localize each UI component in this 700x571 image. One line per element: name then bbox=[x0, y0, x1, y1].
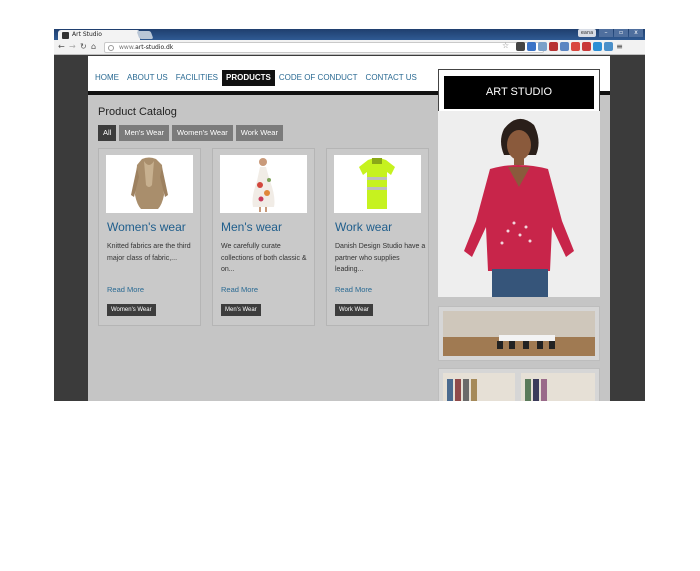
home-icon[interactable]: ⌂ bbox=[91, 42, 96, 52]
clothing-racks-thumbnail[interactable] bbox=[438, 368, 600, 401]
product-card: Work wear Danish Design Studio have a pa… bbox=[326, 148, 429, 326]
category-tag[interactable]: Men's Wear bbox=[221, 304, 261, 316]
reload-icon[interactable]: ↻ bbox=[80, 42, 87, 52]
extension-red-icon[interactable] bbox=[582, 42, 591, 51]
nav-home[interactable]: HOME bbox=[91, 70, 123, 86]
read-more-link[interactable]: Read More bbox=[221, 285, 258, 294]
nav-products[interactable]: PRODUCTS bbox=[221, 70, 275, 86]
browser-toolbar: ← → ↻ ⌂ www.art-studio.dk ☆ ≡ bbox=[54, 40, 645, 55]
tab-title: Art Studio bbox=[72, 31, 102, 38]
extension-icons: ≡ bbox=[516, 42, 624, 51]
bookmark-star-icon[interactable]: ☆ bbox=[502, 41, 509, 51]
category-tag[interactable]: Work Wear bbox=[335, 304, 373, 316]
read-more-link[interactable]: Read More bbox=[107, 285, 144, 294]
window-controls: eana – ▫ x bbox=[578, 29, 643, 38]
browser-window: Art Studio eana – ▫ x ← → ↻ ⌂ www.art-st… bbox=[54, 29, 645, 401]
nav-contact-us[interactable]: CONTACT US bbox=[362, 70, 421, 86]
product-card: Women's wear Knitted fabrics are the thi… bbox=[98, 148, 201, 326]
address-bar[interactable]: www.art-studio.dk bbox=[104, 42, 544, 53]
menu-icon[interactable]: ≡ bbox=[615, 42, 624, 51]
extension-gear-icon[interactable] bbox=[516, 42, 525, 51]
card-description: Knitted fabrics are the third major clas… bbox=[107, 243, 191, 262]
user-badge[interactable]: eana bbox=[578, 29, 596, 37]
extension-window-icon[interactable] bbox=[560, 42, 569, 51]
url-prefix: www. bbox=[119, 44, 136, 51]
category-filters: All Men's Wear Women's Wear Work Wear bbox=[98, 125, 283, 141]
filter-work-wear[interactable]: Work Wear bbox=[235, 125, 283, 141]
card-title[interactable]: Women's wear bbox=[107, 220, 186, 234]
category-tag[interactable]: Women's Wear bbox=[107, 304, 156, 316]
card-description: We carefully curate collections of both … bbox=[221, 243, 307, 273]
new-tab-button[interactable] bbox=[136, 31, 154, 39]
read-more-link[interactable]: Read More bbox=[335, 285, 372, 294]
main-navigation: HOME ABOUT US FACILITIES PRODUCTS CODE O… bbox=[88, 70, 421, 86]
page-title: Product Catalog bbox=[98, 106, 177, 118]
favicon-icon bbox=[62, 32, 69, 39]
cardigan-image[interactable] bbox=[106, 155, 193, 213]
page-info-icon bbox=[108, 45, 114, 51]
minimize-button[interactable]: – bbox=[599, 29, 613, 37]
filter-mens-wear[interactable]: Men's Wear bbox=[119, 125, 169, 141]
web-page: HOME ABOUT US FACILITIES PRODUCTS CODE O… bbox=[88, 56, 610, 401]
nav-facilities[interactable]: FACILITIES bbox=[172, 70, 222, 86]
extension-pdf-icon[interactable] bbox=[549, 42, 558, 51]
nav-code-of-conduct[interactable]: CODE OF CONDUCT bbox=[275, 70, 362, 86]
site-logo: ART STUDIO bbox=[444, 76, 594, 109]
card-title[interactable]: Work wear bbox=[335, 220, 392, 234]
product-card: Men's wear We carefully curate collectio… bbox=[212, 148, 315, 326]
gmail-icon[interactable] bbox=[571, 42, 580, 51]
browser-tab[interactable]: Art Studio bbox=[58, 30, 140, 40]
close-button[interactable]: x bbox=[629, 29, 643, 37]
nav-about-us[interactable]: ABOUT US bbox=[123, 70, 172, 86]
url-domain: art-studio.dk bbox=[135, 44, 174, 51]
filter-all[interactable]: All bbox=[98, 125, 117, 141]
extension-share-icon[interactable] bbox=[538, 42, 547, 51]
dress-image[interactable] bbox=[220, 155, 307, 213]
logo-frame[interactable]: ART STUDIO bbox=[438, 69, 600, 115]
meeting-room-thumbnail[interactable] bbox=[438, 306, 600, 361]
maximize-button[interactable]: ▫ bbox=[614, 29, 628, 37]
model-hero-image bbox=[438, 111, 600, 297]
tab-strip: Art Studio eana – ▫ x bbox=[54, 29, 645, 40]
card-description: Danish Design Studio have a partner who … bbox=[335, 243, 426, 273]
back-arrow-icon[interactable]: ← bbox=[58, 42, 65, 52]
filter-womens-wear[interactable]: Women's Wear bbox=[171, 125, 233, 141]
extension-blue-icon[interactable] bbox=[527, 42, 536, 51]
workwear-image[interactable] bbox=[334, 155, 421, 213]
forward-arrow-icon[interactable]: → bbox=[69, 42, 76, 52]
extension-person-icon[interactable] bbox=[604, 42, 613, 51]
card-title[interactable]: Men's wear bbox=[221, 220, 282, 234]
extension-s-icon[interactable] bbox=[593, 42, 602, 51]
